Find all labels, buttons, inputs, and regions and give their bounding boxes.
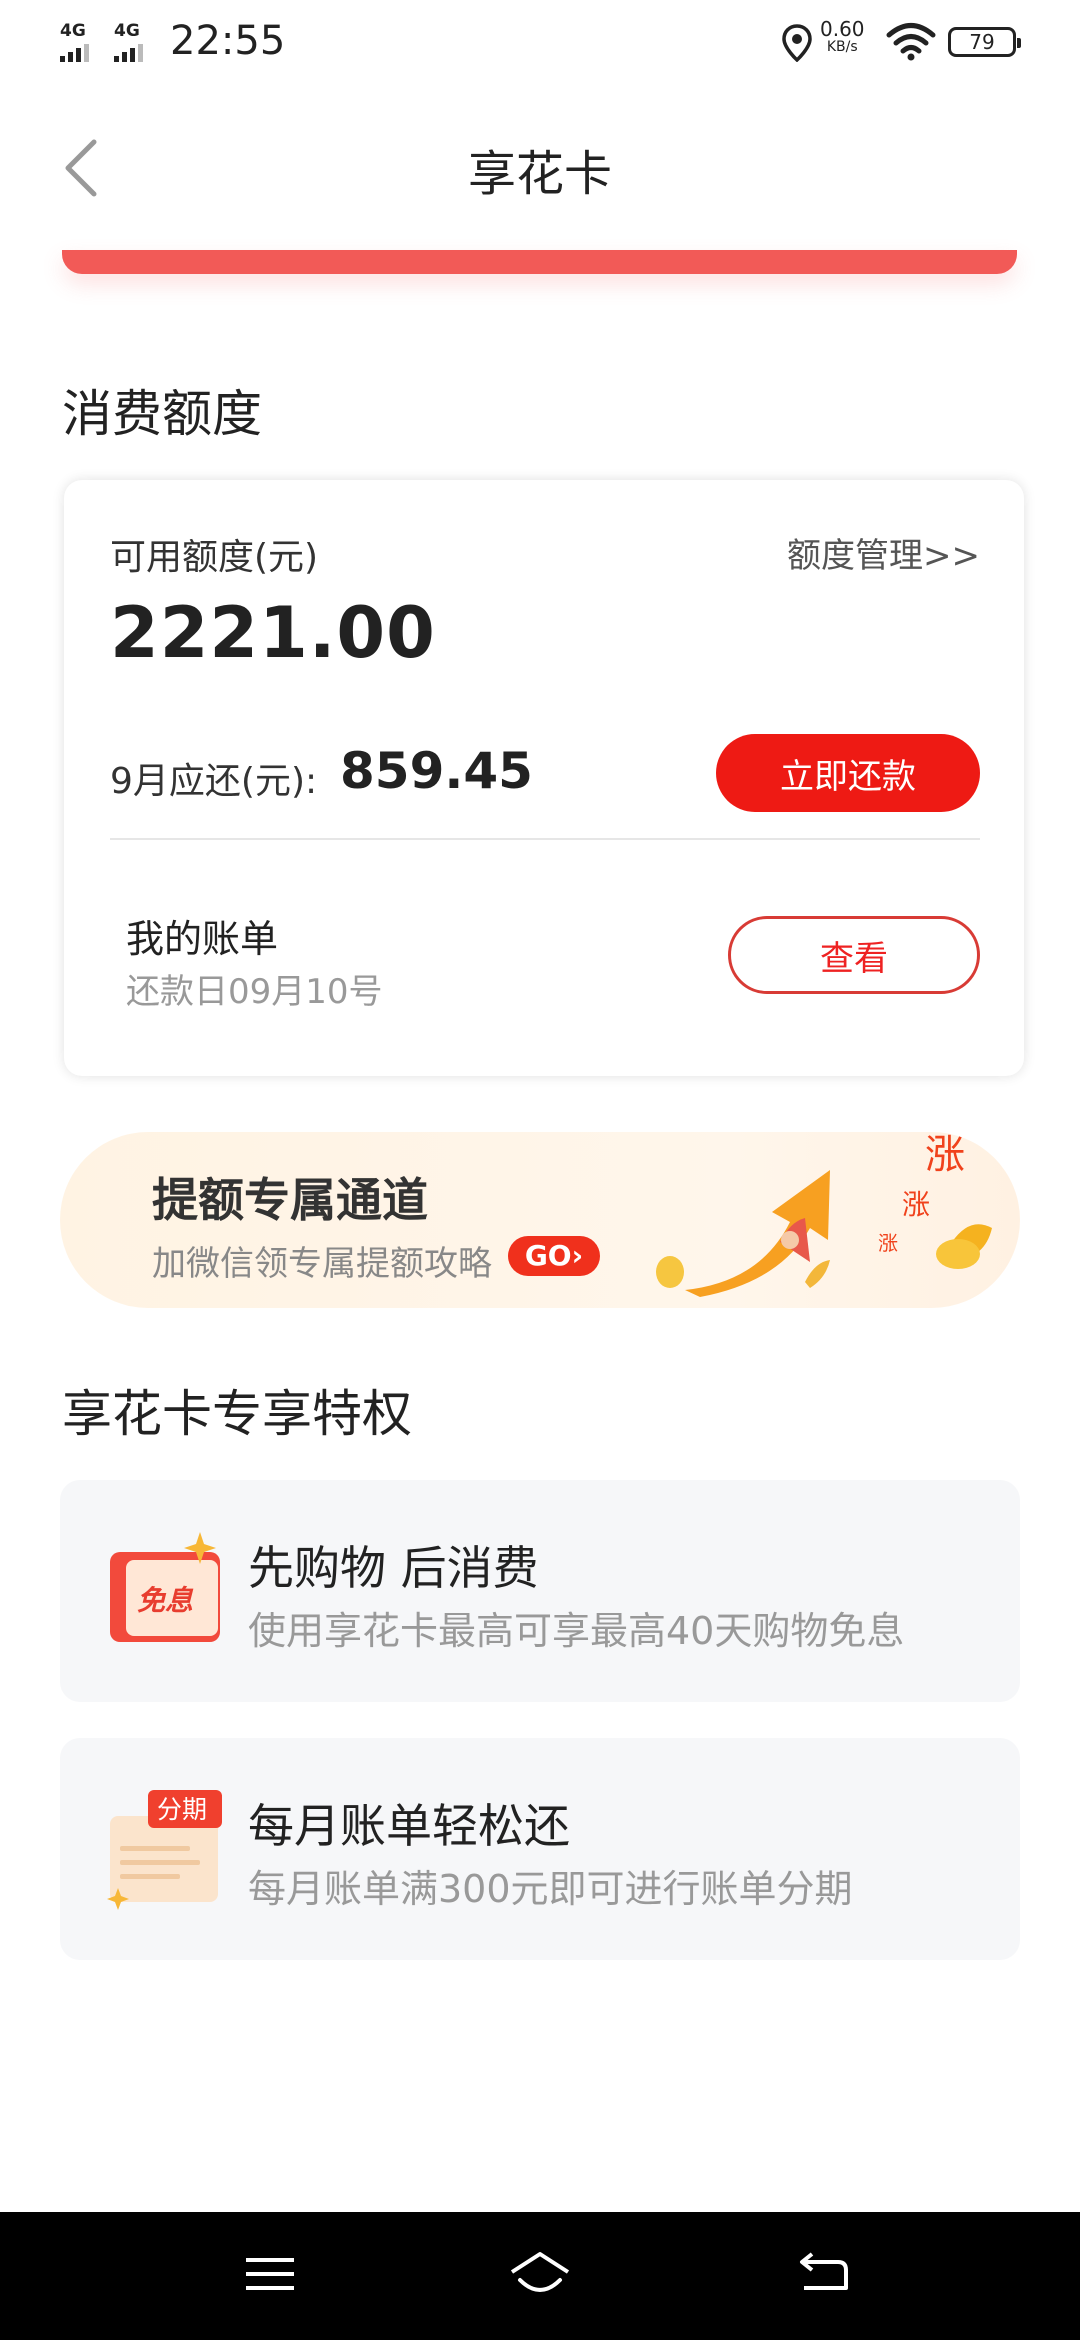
privilege-title: 每月账单轻松还 (248, 1799, 570, 1853)
credit-limit-card: 可用额度(元) 额度管理>> 2221.00 9月应还(元): 859.45 立… (64, 480, 1024, 1076)
available-credit-amount: 2221.00 (110, 592, 436, 674)
clock: 22:55 (170, 18, 286, 64)
growth-arrow-illustration: 涨 涨 涨 (656, 1132, 992, 1297)
due-amount-label: 9月应还(元): (110, 761, 318, 802)
back-icon[interactable] (792, 2246, 856, 2302)
privilege-subtitle: 使用享花卡最高可享最高40天购物免息 (248, 1609, 905, 1653)
banner-subtitle: 加微信领专属提额攻略 (152, 1244, 492, 1284)
installment-icon-text: 分期 (157, 1795, 207, 1824)
go-label: GO (524, 1239, 572, 1272)
privileges-heading: 享花卡专享特权 (62, 1385, 412, 1443)
wifi-icon (886, 23, 936, 61)
network-speed: 0.60 KB/s (820, 17, 865, 56)
view-bill-button[interactable]: 查看 (728, 916, 980, 994)
home-icon[interactable] (508, 2246, 572, 2302)
available-credit-label: 可用额度(元) (110, 537, 319, 578)
credit-management-link[interactable]: 额度管理>> (787, 528, 980, 577)
system-nav-bar (0, 2212, 1080, 2340)
interest-free-icon-text: 免息 (137, 1584, 194, 1617)
privilege-subtitle: 每月账单满300元即可进行账单分期 (248, 1867, 853, 1911)
banner-art-text: 涨 (925, 1132, 965, 1178)
privilege-item[interactable]: 免息 先购物 后消费 使用享花卡最高可享最高40天购物免息 (60, 1480, 1020, 1702)
signal-bars-icon (60, 42, 89, 62)
credit-increase-banner[interactable]: 提额专属通道 加微信领专属提额攻略 GO› 涨 涨 涨 (60, 1132, 1020, 1308)
status-bar: 4G 4G 22:55 0.60 KB/s 79 (0, 0, 1080, 84)
banner-title: 提额专属通道 (152, 1173, 428, 1227)
privilege-title: 先购物 后消费 (248, 1541, 539, 1595)
signal-bars-icon (114, 42, 143, 62)
divider (110, 838, 980, 840)
my-bill-title: 我的账单 (126, 917, 279, 961)
repayment-date: 还款日09月10号 (126, 972, 383, 1012)
card-banner-edge (62, 250, 1017, 274)
chevron-right-icon: › (571, 1239, 584, 1272)
location-icon (782, 24, 812, 62)
credit-section-heading: 消费额度 (62, 385, 262, 443)
menu-icon[interactable] (238, 2246, 302, 2302)
signal-indicator-1: 4G (60, 22, 89, 62)
repay-now-button[interactable]: 立即还款 (716, 734, 980, 812)
interest-free-icon: 免息 (110, 1532, 220, 1642)
privilege-item[interactable]: 分期 每月账单轻松还 每月账单满300元即可进行账单分期 (60, 1738, 1020, 1960)
go-button[interactable]: GO› (508, 1236, 600, 1276)
battery-indicator: 79 (948, 27, 1021, 57)
signal-indicator-2: 4G (114, 22, 143, 62)
network-type-1: 4G (60, 21, 86, 41)
installment-icon: 分期 (107, 1790, 222, 1910)
network-type-2: 4G (114, 21, 140, 41)
speed-value: 0.60 (820, 17, 865, 41)
page-title: 享花卡 (467, 146, 612, 202)
banner-art-text: 涨 (878, 1231, 898, 1255)
due-amount-value: 859.45 (340, 742, 533, 800)
banner-art-text: 涨 (902, 1188, 930, 1221)
